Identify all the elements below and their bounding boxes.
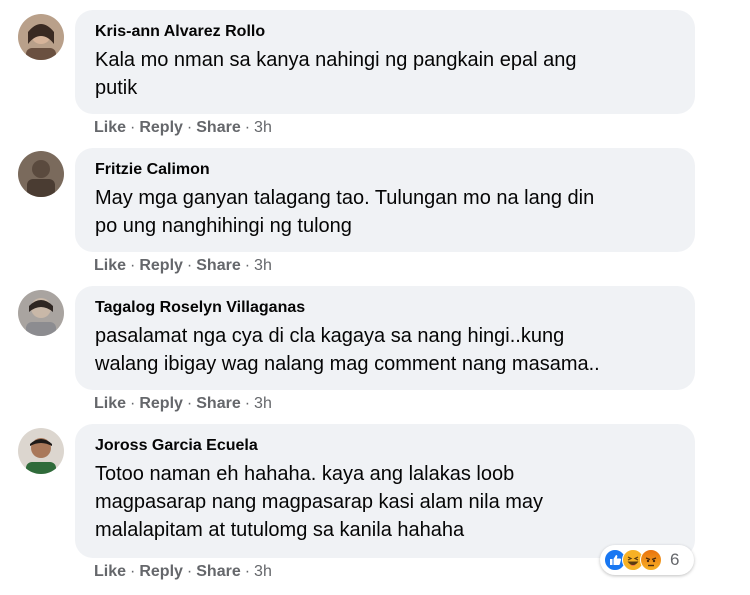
comment-bubble: Fritzie Calimon May mga ganyan talagang … [75, 148, 695, 252]
like-link[interactable]: Like [94, 119, 126, 136]
reply-link[interactable]: Reply [139, 257, 183, 274]
reaction-count: 6 [670, 550, 680, 569]
comment-bubble: Tagalog Roselyn Villaganas pasalamat nga… [75, 286, 695, 390]
comment-text-line: po ung nanghihingi ng tulong [95, 215, 352, 237]
comment-text: May mga ganyan talagang tao. Tulungan mo… [95, 184, 677, 240]
comment-author[interactable]: Fritzie Calimon [95, 160, 677, 180]
comment-actions: Like · Reply · Share · 3h [94, 257, 272, 274]
comment-author[interactable]: Kris-ann Alvarez Rollo [95, 22, 677, 42]
comment-actions: Like · Reply · Share · 3h [94, 119, 272, 136]
like-link[interactable]: Like [94, 395, 126, 412]
share-link[interactable]: Share [196, 563, 240, 580]
timestamp[interactable]: 3h [254, 563, 272, 580]
reply-link[interactable]: Reply [139, 395, 183, 412]
comment-text-line: malalapitam at tutulomg sa kanila hahaha [95, 519, 465, 541]
comment-actions: Like · Reply · Share · 3h [94, 563, 272, 580]
like-link[interactable]: Like [94, 257, 126, 274]
timestamp[interactable]: 3h [254, 395, 272, 412]
share-link[interactable]: Share [196, 119, 240, 136]
timestamp[interactable]: 3h [254, 257, 272, 274]
comment-text-line: magpasarap nang magpasarap kasi alam nil… [95, 491, 544, 513]
reactions-summary[interactable]: 6 [600, 545, 694, 575]
timestamp[interactable]: 3h [254, 119, 272, 136]
avatar[interactable] [18, 428, 64, 474]
comment-text-line: Kala mo nman sa kanya nahingi ng pangkai… [95, 49, 577, 71]
share-link[interactable]: Share [196, 395, 240, 412]
reply-link[interactable]: Reply [139, 119, 183, 136]
angry-icon [640, 549, 662, 571]
avatar[interactable] [18, 151, 64, 197]
comment-text-line: pasalamat nga cya di cla kagaya sa nang … [95, 325, 565, 347]
avatar[interactable] [18, 14, 64, 60]
comment-text: Totoo naman eh hahaha. kaya ang lalakas … [95, 460, 677, 544]
comment-actions: Like · Reply · Share · 3h [94, 395, 272, 412]
comment-text: Kala mo nman sa kanya nahingi ng pangkai… [95, 46, 677, 102]
comment-bubble: Joross Garcia Ecuela Totoo naman eh haha… [75, 424, 695, 558]
like-link[interactable]: Like [94, 563, 126, 580]
avatar[interactable] [18, 290, 64, 336]
comment-text-line: putik [95, 77, 138, 99]
comment-text: pasalamat nga cya di cla kagaya sa nang … [95, 322, 677, 378]
comment-bubble: Kris-ann Alvarez Rollo Kala mo nman sa k… [75, 10, 695, 114]
comment-author[interactable]: Joross Garcia Ecuela [95, 436, 677, 456]
reply-link[interactable]: Reply [139, 563, 183, 580]
comment-text-line: May mga ganyan talagang tao. Tulungan mo… [95, 187, 595, 209]
comment-author[interactable]: Tagalog Roselyn Villaganas [95, 298, 677, 318]
comment-text-line: walang ibigay wag nalang mag comment nan… [95, 353, 600, 375]
comment-text-line: Totoo naman eh hahaha. kaya ang lalakas … [95, 463, 515, 485]
share-link[interactable]: Share [196, 257, 240, 274]
